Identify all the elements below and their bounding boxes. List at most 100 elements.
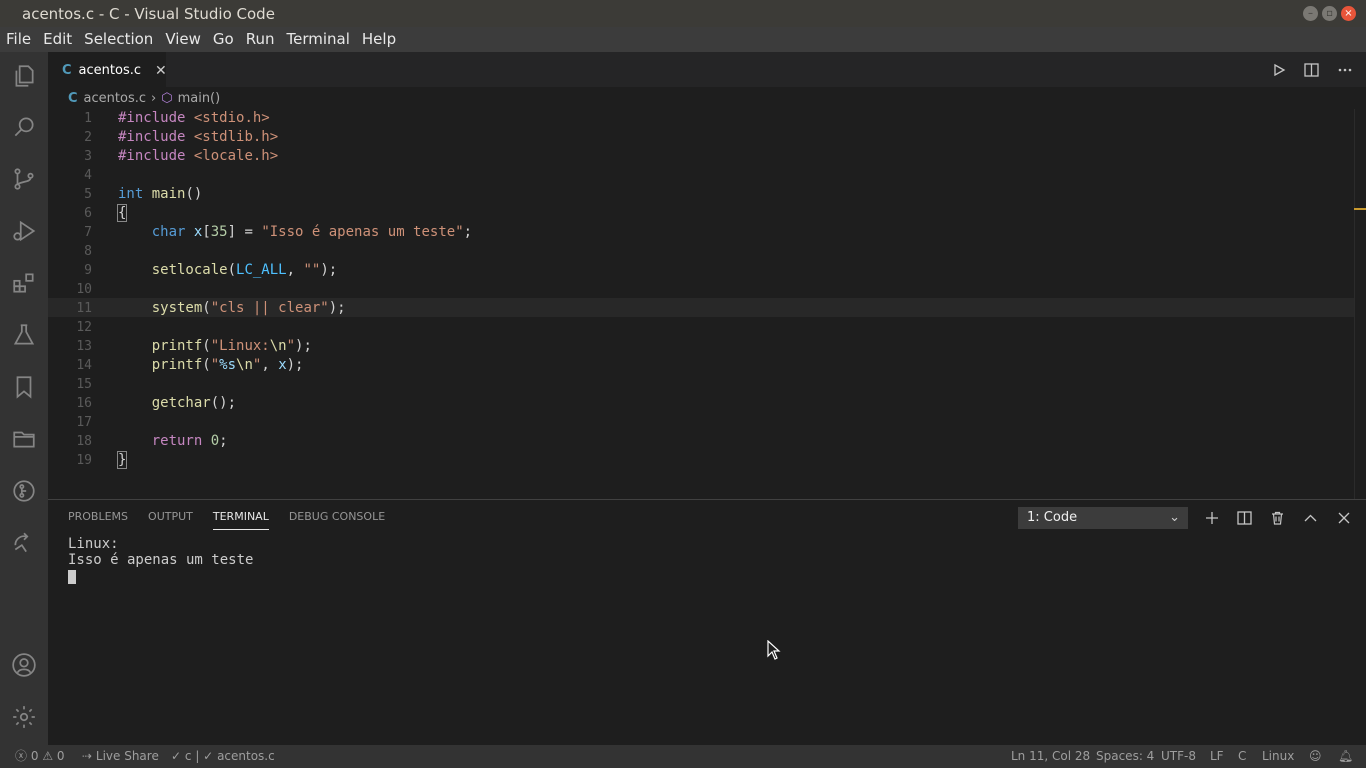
warning-icon: ⚠ bbox=[42, 749, 54, 763]
terminal-line: Isso é apenas um teste bbox=[68, 552, 254, 568]
live-share-icon[interactable] bbox=[0, 519, 48, 567]
account-icon[interactable] bbox=[0, 641, 48, 689]
split-editor-icon[interactable] bbox=[1302, 60, 1321, 79]
live-share-icon: ⇢ bbox=[82, 749, 93, 763]
project-manager-icon[interactable] bbox=[0, 415, 48, 463]
close-window-button[interactable]: × bbox=[1341, 6, 1356, 21]
explorer-icon[interactable] bbox=[0, 52, 48, 100]
code-line: 14 printf("%s\n", x); bbox=[76, 357, 304, 373]
code-line: 9 setlocale(LC_ALL, ""); bbox=[84, 262, 338, 278]
tab-output[interactable]: OUTPUT bbox=[148, 510, 193, 530]
terminal-cursor bbox=[68, 570, 76, 584]
notifications-bell-icon[interactable]: 🔔︎ bbox=[1338, 745, 1353, 768]
git-graph-icon[interactable] bbox=[0, 467, 48, 515]
tab-close-icon[interactable]: ✕ bbox=[155, 62, 167, 79]
bookmarks-icon[interactable] bbox=[0, 363, 48, 411]
code-line: 7 char x[35] = "Isso é apenas um teste"; bbox=[84, 224, 473, 240]
mouse-pointer-icon bbox=[767, 640, 781, 660]
settings-gear-icon[interactable] bbox=[0, 693, 48, 741]
code-line: 4 bbox=[84, 168, 92, 183]
window-title: acentos.c - C - Visual Studio Code bbox=[22, 4, 275, 23]
code-line: 5 int main() bbox=[84, 186, 203, 202]
menu-edit[interactable]: Edit bbox=[37, 27, 78, 52]
scrollbar-cursor-marker bbox=[1354, 208, 1366, 210]
terminal-line: Linux: bbox=[68, 536, 119, 552]
breadcrumb: C acentos.c › ⬡ main() bbox=[48, 87, 1366, 109]
run-debug-icon[interactable] bbox=[0, 207, 48, 255]
tab-problems[interactable]: PROBLEMS bbox=[68, 510, 128, 530]
tab-debug-console[interactable]: DEBUG CONSOLE bbox=[289, 510, 385, 530]
editor-scrollbar[interactable] bbox=[1354, 109, 1366, 499]
menu-go[interactable]: Go bbox=[207, 27, 240, 52]
tab-label: acentos.c bbox=[78, 62, 142, 78]
status-bar: ⓧ 0 ⚠ 0 ⇢ Live Share ✓ c | ✓ acentos.c L… bbox=[0, 745, 1366, 768]
end-of-line[interactable]: LF bbox=[1210, 745, 1224, 768]
run-code-icon[interactable] bbox=[1269, 60, 1288, 79]
bottom-panel: PROBLEMS OUTPUT TERMINAL DEBUG CONSOLE 1… bbox=[48, 499, 1366, 745]
new-terminal-icon[interactable] bbox=[1202, 508, 1221, 527]
code-line: 18 return 0; bbox=[76, 433, 228, 449]
trash-icon[interactable] bbox=[1268, 508, 1287, 527]
language-mode[interactable]: C bbox=[1238, 745, 1246, 768]
code-editor[interactable]: 1 #include <stdio.h> 2 #include <stdlib.h>… bbox=[48, 109, 1354, 499]
code-line: 2 #include <stdlib.h> bbox=[84, 129, 279, 145]
activity-bar bbox=[0, 52, 48, 745]
encoding[interactable]: UTF-8 bbox=[1161, 745, 1196, 768]
search-icon[interactable] bbox=[0, 103, 48, 151]
code-line: 13 printf("Linux:\n"); bbox=[76, 338, 312, 354]
tab-terminal[interactable]: TERMINAL bbox=[212, 510, 269, 530]
platform[interactable]: Linux bbox=[1262, 745, 1294, 768]
menu-selection[interactable]: Selection bbox=[78, 27, 159, 52]
editor-actions bbox=[1269, 60, 1354, 79]
code-line: 10 bbox=[76, 282, 92, 297]
panel-actions bbox=[1202, 508, 1353, 527]
code-line: 19} bbox=[76, 451, 128, 469]
check-icon: ✓ bbox=[203, 749, 214, 763]
split-terminal-icon[interactable] bbox=[1235, 508, 1254, 527]
error-icon: ⓧ bbox=[15, 749, 28, 763]
c-file-icon: C bbox=[68, 90, 78, 106]
breadcrumb-file[interactable]: acentos.c bbox=[84, 91, 146, 106]
window-controls: – ▫ × bbox=[1303, 6, 1356, 21]
panel-tabs: PROBLEMS OUTPUT TERMINAL DEBUG CONSOLE bbox=[68, 510, 385, 530]
minimize-button[interactable]: – bbox=[1303, 6, 1318, 21]
cursor-position[interactable]: Ln 11, Col 28 bbox=[1011, 745, 1090, 768]
code-line: 15 bbox=[76, 377, 92, 392]
testing-icon[interactable] bbox=[0, 311, 48, 359]
c-file-icon: C bbox=[62, 62, 72, 78]
live-share-status[interactable]: ⇢ Live Share bbox=[82, 745, 159, 768]
terminal-select-value: 1: Code bbox=[1027, 510, 1078, 525]
source-control-icon[interactable] bbox=[0, 155, 48, 203]
close-panel-icon[interactable] bbox=[1334, 508, 1353, 527]
feedback-icon[interactable]: ☺ bbox=[1309, 745, 1322, 768]
code-line: 17 bbox=[76, 415, 92, 430]
code-line: 12 bbox=[76, 320, 92, 335]
menu-terminal[interactable]: Terminal bbox=[281, 27, 356, 52]
maximize-button[interactable]: ▫ bbox=[1322, 6, 1337, 21]
menu-run[interactable]: Run bbox=[240, 27, 281, 52]
code-line: 1 #include <stdio.h> bbox=[84, 110, 270, 126]
terminal-output[interactable]: Linux: Isso é apenas um teste bbox=[68, 536, 253, 588]
more-actions-icon[interactable] bbox=[1335, 60, 1354, 79]
indentation[interactable]: Spaces: 4 bbox=[1096, 745, 1154, 768]
code-line: 3 #include <locale.h> bbox=[84, 148, 279, 164]
check-icon: ✓ bbox=[171, 749, 182, 763]
menu-help[interactable]: Help bbox=[356, 27, 402, 52]
chevron-down-icon: ⌄ bbox=[1169, 510, 1180, 525]
chevron-up-icon[interactable] bbox=[1301, 508, 1320, 527]
terminal-select[interactable]: 1: Code ⌄ bbox=[1018, 507, 1188, 529]
problems-indicator[interactable]: ⓧ 0 ⚠ 0 bbox=[15, 745, 65, 768]
code-line: 8 bbox=[84, 244, 92, 259]
menu-view[interactable]: View bbox=[159, 27, 207, 52]
method-icon: ⬡ bbox=[161, 90, 173, 106]
title-bar: acentos.c - C - Visual Studio Code – ▫ × bbox=[0, 0, 1366, 27]
editor-tabs: C acentos.c ✕ bbox=[48, 52, 1366, 87]
code-line: 16 getchar(); bbox=[76, 395, 237, 411]
code-line-current: 11 system("cls || clear"); bbox=[48, 298, 1354, 317]
breadcrumb-symbol[interactable]: main() bbox=[178, 91, 221, 106]
extensions-icon[interactable] bbox=[0, 259, 48, 307]
chevron-right-icon: › bbox=[151, 90, 157, 106]
menu-file[interactable]: File bbox=[0, 27, 37, 52]
c-status[interactable]: ✓ c | ✓ acentos.c bbox=[171, 745, 275, 768]
tab-acentos-c[interactable]: C acentos.c ✕ bbox=[48, 52, 167, 87]
